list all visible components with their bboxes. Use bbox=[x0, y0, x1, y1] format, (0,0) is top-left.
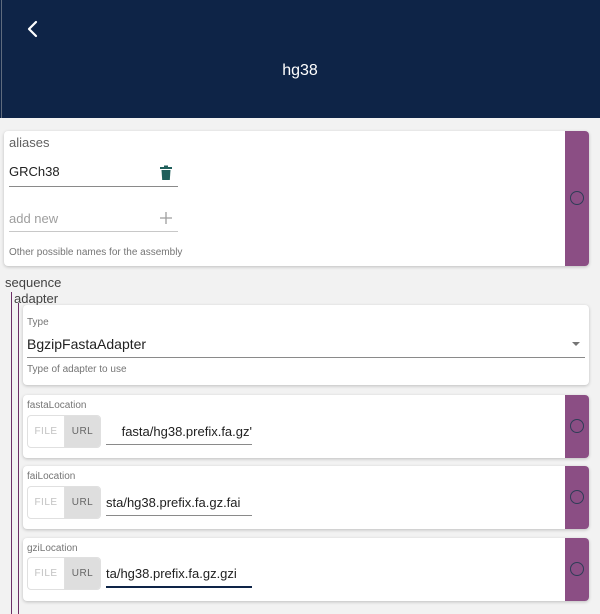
fasta-location-underline bbox=[106, 444, 252, 445]
radio-icon[interactable] bbox=[570, 562, 584, 576]
adapter-type-select[interactable]: BgzipFastaAdapter bbox=[27, 333, 585, 357]
gzi-location-label: gziLocation bbox=[27, 543, 78, 554]
gzi-location-sidebar[interactable] bbox=[565, 538, 589, 601]
adapter-nesting-line bbox=[18, 303, 19, 614]
type-underline bbox=[27, 357, 585, 358]
chevron-left-icon bbox=[27, 20, 38, 38]
alias-value[interactable]: GRCh38 bbox=[9, 164, 154, 179]
aliases-card: aliases GRCh38 add new Other possible na… bbox=[4, 131, 589, 266]
add-alias-button[interactable] bbox=[159, 211, 173, 225]
caret-down-icon bbox=[572, 342, 580, 346]
fasta-location-card: fastaLocation FILE URL 'fasta/hg38.prefi… bbox=[23, 395, 589, 458]
url-toggle-button[interactable]: URL bbox=[65, 416, 100, 447]
trash-icon bbox=[160, 165, 172, 180]
page-title: hg38 bbox=[282, 62, 318, 79]
back-button[interactable] bbox=[20, 16, 46, 42]
fasta-location-label: fastaLocation bbox=[27, 400, 87, 411]
file-toggle-button[interactable]: FILE bbox=[28, 487, 65, 518]
aliases-sidebar[interactable] bbox=[565, 131, 589, 266]
add-alias-underline bbox=[9, 231, 178, 232]
fai-location-underline bbox=[106, 515, 252, 516]
gzi-location-underline bbox=[106, 586, 252, 588]
add-alias-input[interactable]: add new bbox=[9, 211, 149, 226]
divider bbox=[1, 0, 2, 118]
url-toggle-button[interactable]: URL bbox=[65, 487, 100, 518]
fai-location-card: faiLocation FILE URL sta/hg38.prefix.fa.… bbox=[23, 466, 589, 529]
gzi-location-toggle[interactable]: FILE URL bbox=[27, 557, 101, 590]
fai-location-toggle[interactable]: FILE URL bbox=[27, 486, 101, 519]
type-help-text: Type of adapter to use bbox=[27, 364, 127, 375]
adapter-type-card: Type BgzipFastaAdapter Type of adapter t… bbox=[23, 305, 589, 385]
file-toggle-button[interactable]: FILE bbox=[28, 416, 65, 447]
fai-location-input[interactable]: sta/hg38.prefix.fa.gz.fai bbox=[106, 495, 252, 510]
sequence-nesting-line bbox=[11, 292, 12, 614]
file-toggle-button[interactable]: FILE bbox=[28, 558, 65, 589]
gzi-location-card: gziLocation FILE URL ta/hg38.prefix.fa.g… bbox=[23, 538, 589, 601]
fasta-location-input[interactable]: 'fasta/hg38.prefix.fa.gz bbox=[106, 424, 252, 439]
radio-icon[interactable] bbox=[570, 191, 584, 205]
fasta-location-sidebar[interactable] bbox=[565, 395, 589, 458]
sequence-label: sequence bbox=[5, 275, 62, 290]
config-content: aliases GRCh38 add new Other possible na… bbox=[0, 118, 600, 614]
adapter-label: adapter bbox=[14, 291, 59, 306]
delete-alias-button[interactable] bbox=[159, 165, 173, 181]
fai-location-sidebar[interactable] bbox=[565, 466, 589, 529]
gzi-location-input[interactable]: ta/hg38.prefix.fa.gz.gzi bbox=[106, 566, 252, 581]
aliases-help-text: Other possible names for the assembly bbox=[9, 247, 183, 258]
radio-icon[interactable] bbox=[570, 490, 584, 504]
type-value: BgzipFastaAdapter bbox=[27, 336, 147, 352]
fasta-location-toggle[interactable]: FILE URL bbox=[27, 415, 101, 448]
fai-location-label: faiLocation bbox=[27, 471, 76, 482]
url-toggle-button[interactable]: URL bbox=[65, 558, 100, 589]
type-label: Type bbox=[27, 317, 49, 328]
app-header: hg38 bbox=[0, 0, 600, 118]
alias-underline bbox=[9, 186, 178, 187]
radio-icon[interactable] bbox=[570, 419, 584, 433]
plus-icon bbox=[160, 212, 172, 224]
aliases-label: aliases bbox=[9, 135, 50, 150]
